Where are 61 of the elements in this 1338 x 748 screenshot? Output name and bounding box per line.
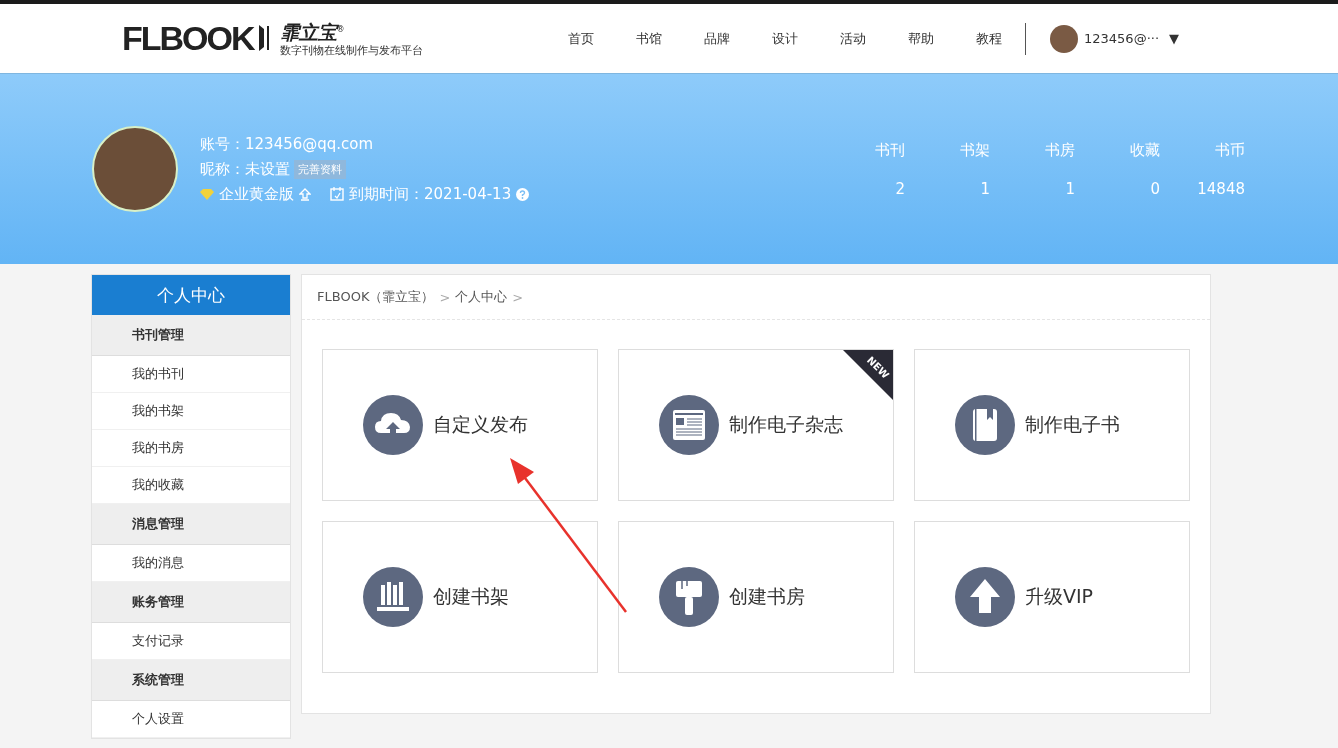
nav-link[interactable]: 品牌 <box>697 29 737 48</box>
logo-text[interactable]: FLBOOK <box>122 19 254 58</box>
tile-label: 自定义发布 <box>433 412 528 437</box>
stat-label: 书刊 <box>875 140 905 160</box>
tile-label: 升级VIP <box>1025 584 1094 609</box>
action-tile[interactable]: 升级VIP <box>914 521 1190 673</box>
breadcrumb-separator: > <box>439 289 451 305</box>
action-tile[interactable]: 创建书房 <box>618 521 894 673</box>
cloud-upload-icon <box>363 395 423 455</box>
nav-link[interactable]: 帮助 <box>901 29 941 48</box>
sidebar-title: 个人中心 <box>92 275 290 315</box>
help-icon[interactable] <box>516 187 530 201</box>
calendar-icon <box>330 187 344 201</box>
breadcrumb-separator: > <box>512 289 524 305</box>
paint-roller-icon <box>659 567 719 627</box>
breadcrumb-link[interactable]: 个人中心 <box>455 288 508 306</box>
nav-link[interactable]: 活动 <box>833 29 873 48</box>
bookshelf-icon <box>363 567 423 627</box>
action-tile[interactable]: 创建书架 <box>322 521 598 673</box>
tagline: 数字刊物在线制作与发布平台 <box>279 43 423 59</box>
stat-label: 书架 <box>960 140 990 160</box>
user-name[interactable]: 123456@··· <box>1084 31 1160 46</box>
caret-icon[interactable]: ▼ <box>1169 31 1180 46</box>
tile-label: 创建书房 <box>729 584 805 609</box>
upgrade-icon[interactable] <box>299 187 311 201</box>
sidebar-heading: 账务管理 <box>92 582 290 623</box>
action-tile[interactable]: 制作电子书 <box>914 349 1190 501</box>
sidebar-heading: 消息管理 <box>92 504 290 545</box>
avatar[interactable] <box>1050 24 1078 53</box>
sidebar-item[interactable]: 个人设置 <box>92 701 290 738</box>
nav-link[interactable]: 书馆 <box>629 29 669 48</box>
nav-link[interactable]: 教程 <box>969 29 1009 48</box>
nav-link[interactable]: 首页 <box>561 29 601 48</box>
stat-value: 14848 <box>1197 179 1245 198</box>
book-icon <box>955 395 1015 455</box>
sidebar-item[interactable]: 我的书刊 <box>92 356 290 393</box>
account-text: 账号：123456@qq.com <box>200 134 375 154</box>
brand-name: 霏立宝$^{®}$ <box>279 20 346 44</box>
expiry-text: 到期时间：2021-04-13 <box>349 184 512 204</box>
stat-value: 0 <box>1150 179 1160 198</box>
stat-label: 收藏 <box>1130 140 1160 160</box>
stat-value: 1 <box>1065 179 1075 198</box>
stat-label: 书房 <box>1045 140 1075 160</box>
diamond-icon <box>200 188 214 200</box>
stat-value: 1 <box>980 179 990 198</box>
tile-label: 制作电子杂志 <box>729 412 843 437</box>
tile-label: 创建书架 <box>433 584 509 609</box>
sidebar-heading: 书刊管理 <box>92 315 290 356</box>
sidebar-item[interactable]: 我的书房 <box>92 430 290 467</box>
nav-link[interactable]: 设计 <box>765 29 805 48</box>
magazine-icon <box>659 395 719 455</box>
plan-text: 企业黄金版 <box>219 184 294 204</box>
action-tile[interactable]: 自定义发布 <box>322 349 598 501</box>
stat-label: 书币 <box>1215 140 1245 160</box>
bracket-icon <box>257 23 270 54</box>
sidebar-heading: 系统管理 <box>92 660 290 701</box>
breadcrumb-link[interactable]: FLBOOK（霏立宝） <box>317 288 435 306</box>
nickname-text: 昵称：未设置 <box>200 159 290 179</box>
sidebar-item[interactable]: 我的书架 <box>92 393 290 430</box>
stat-value: 2 <box>895 179 905 198</box>
tile-label: 制作电子书 <box>1025 412 1120 437</box>
